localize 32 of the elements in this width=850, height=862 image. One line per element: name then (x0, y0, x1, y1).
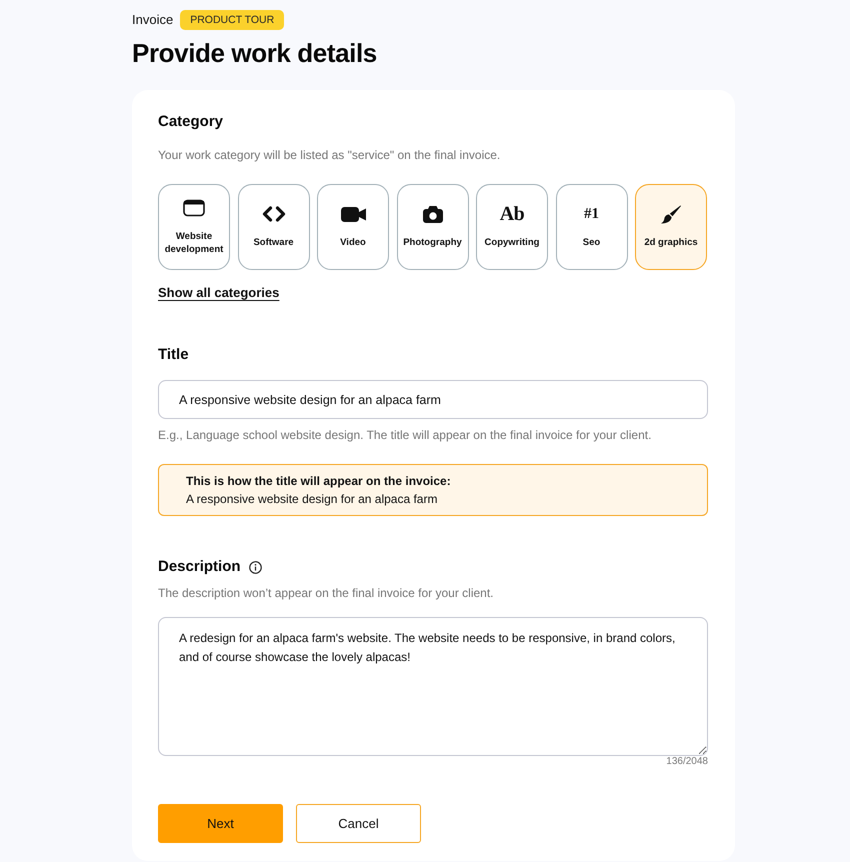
camera-icon (422, 206, 442, 222)
cancel-button[interactable]: Cancel (296, 804, 421, 843)
category-option[interactable]: 2d graphics (635, 184, 707, 270)
product-tour-badge: PRODUCT TOUR (180, 10, 284, 30)
paintbrush-icon (661, 204, 681, 224)
help-text: E.g., Language school website design. The title will appear on the final invoice for your client. (158, 427, 652, 444)
info-icon[interactable] (248, 560, 262, 574)
title-input[interactable]: A responsive website design for an alpaca farm (158, 380, 708, 419)
category-option[interactable]: Website development (158, 184, 230, 270)
section-heading: Category (158, 112, 224, 132)
help-text: Your work category will be listed as "service" on the final invoice. (158, 147, 502, 164)
page-title: Provide work details (132, 37, 378, 69)
letters-icon: Ab (500, 205, 524, 223)
category-option[interactable]: Ab Copywriting (476, 184, 548, 270)
category-option[interactable]: Video (317, 184, 389, 270)
section-heading: Title (158, 345, 190, 365)
character-counter: 136/2048 (666, 756, 708, 768)
category-option[interactable]: Photography (396, 184, 468, 270)
category-option[interactable]: #1 Seo (556, 184, 628, 270)
show-all-categories-link[interactable]: Show all categories (158, 284, 280, 302)
next-button[interactable]: Next (158, 804, 283, 843)
code-brackets-icon (262, 206, 286, 222)
browser-window-icon (183, 198, 205, 216)
breadcrumb-label[interactable]: Invoice (132, 10, 174, 30)
hash-number-icon: #1 (584, 205, 599, 223)
category-option[interactable]: Software (238, 184, 310, 270)
video-camera-icon (340, 206, 366, 222)
help-text: The description won’t appear on the final invoice for your client. (158, 585, 495, 602)
section-heading: Description (158, 557, 241, 577)
preview-heading: This is how the title will appear on the invoice: (186, 473, 452, 490)
preview-title: A responsive website design for an alpaca farm (186, 491, 438, 508)
description-field[interactable]: A redesign for an alpaca farm's website. The website needs to be responsive, in brand colors, and of course showcase the lovely alpacas! (158, 617, 708, 756)
